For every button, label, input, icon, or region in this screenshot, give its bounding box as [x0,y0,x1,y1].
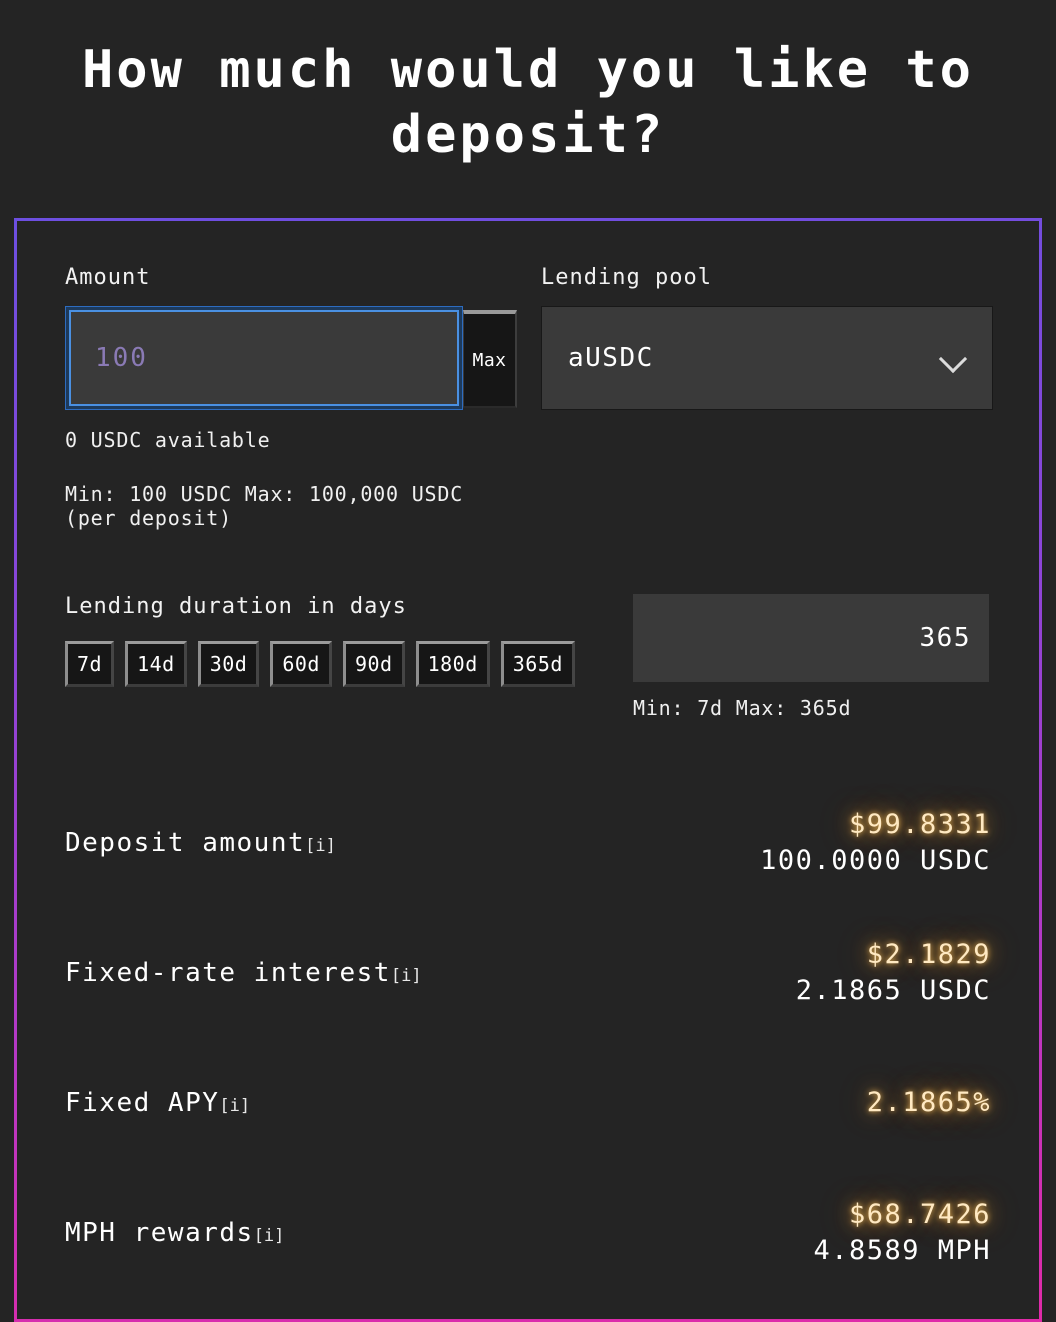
lending-pool-label: Lending pool [541,265,712,290]
result-values-fixed-rate-interest: $2.1829 2.1865 USDC [796,937,991,1010]
info-icon[interactable]: [i] [254,1226,285,1246]
table-row: Fixed-rate interest[i] $2.1829 2.1865 US… [65,908,991,1038]
available-balance-text: 0 USDC available [65,428,271,452]
duration-preset-365d[interactable]: 365d [500,641,575,687]
duration-preset-30d[interactable]: 30d [197,641,260,687]
result-primary-value: $99.8331 [848,808,991,840]
lending-pool-value: aUSDC [568,343,654,373]
results-summary: Deposit amount[i] $99.8331 100.0000 USDC… [65,778,991,1298]
amount-field-group: Amount Max 0 USDC available Min: 100 USD… [65,265,517,530]
result-label-deposit-amount: Deposit amount[i] [65,828,336,858]
result-secondary-value: 100.0000 USDC [760,845,991,876]
info-icon[interactable]: [i] [305,836,336,856]
duration-preset-7d[interactable]: 7d [65,641,115,687]
duration-label: Lending duration in days [65,594,407,619]
amount-limits-text: Min: 100 USDC Max: 100,000 USDC (per dep… [65,482,464,530]
result-primary-value: $68.7426 [848,1198,991,1230]
result-secondary-value: 2.1865 USDC [795,975,991,1006]
amount-and-pool-row: Amount Max 0 USDC available Min: 100 USD… [65,265,993,530]
result-primary-value: 2.1865% [866,1086,991,1118]
lending-pool-select[interactable]: aUSDC [541,306,993,410]
amount-input[interactable] [69,310,459,406]
info-icon[interactable]: [i] [391,966,422,986]
duration-preset-14d[interactable]: 14d [125,641,187,687]
table-row: MPH rewards[i] $68.7426 4.8589 MPH [65,1168,991,1298]
duration-days-input[interactable] [633,594,989,682]
duration-preset-buttons: 7d 14d 30d 60d 90d 180d 365d [65,641,625,687]
result-label-fixed-rate-interest: Fixed-rate interest[i] [65,958,422,988]
result-label-fixed-apy: Fixed APY[i] [65,1088,250,1118]
amount-input-focus-ring [65,306,463,410]
chevron-down-icon [940,345,966,371]
result-label-mph-rewards: MPH rewards[i] [65,1218,284,1248]
duration-value-group: Min: 7d Max: 365d [633,594,989,720]
result-primary-value: $2.1829 [866,938,991,970]
result-secondary-value: 4.8589 MPH [813,1235,991,1266]
max-button[interactable]: Max [463,310,517,408]
duration-preset-180d[interactable]: 180d [415,641,490,687]
duration-preset-60d[interactable]: 60d [270,641,332,687]
lending-pool-group: Lending pool aUSDC [541,265,993,410]
deposit-card-gradient-border: Amount Max 0 USDC available Min: 100 USD… [14,218,1042,1322]
table-row: Fixed APY[i] 2.1865% [65,1038,991,1168]
table-row: Deposit amount[i] $99.8331 100.0000 USDC [65,778,991,908]
result-label-text: MPH rewards [65,1218,254,1248]
result-values-mph-rewards: $68.7426 4.8589 MPH [813,1197,991,1270]
duration-presets-group: Lending duration in days 7d 14d 30d 60d … [65,594,625,687]
info-icon[interactable]: [i] [219,1096,250,1116]
result-label-text: Fixed APY [65,1088,220,1118]
amount-input-row: Max [65,306,517,410]
result-label-text: Fixed-rate interest [65,958,391,988]
duration-limits-text: Min: 7d Max: 365d [633,696,852,720]
duration-preset-90d[interactable]: 90d [342,641,405,687]
amount-label: Amount [65,265,151,290]
result-label-text: Deposit amount [65,828,306,858]
page-title: How much would you like to deposit? [82,40,974,165]
result-values-deposit-amount: $99.8331 100.0000 USDC [760,807,991,880]
deposit-card: Amount Max 0 USDC available Min: 100 USD… [17,221,1039,1319]
lending-duration-section: Lending duration in days 7d 14d 30d 60d … [65,594,991,720]
result-values-fixed-apy: 2.1865% [867,1085,991,1121]
